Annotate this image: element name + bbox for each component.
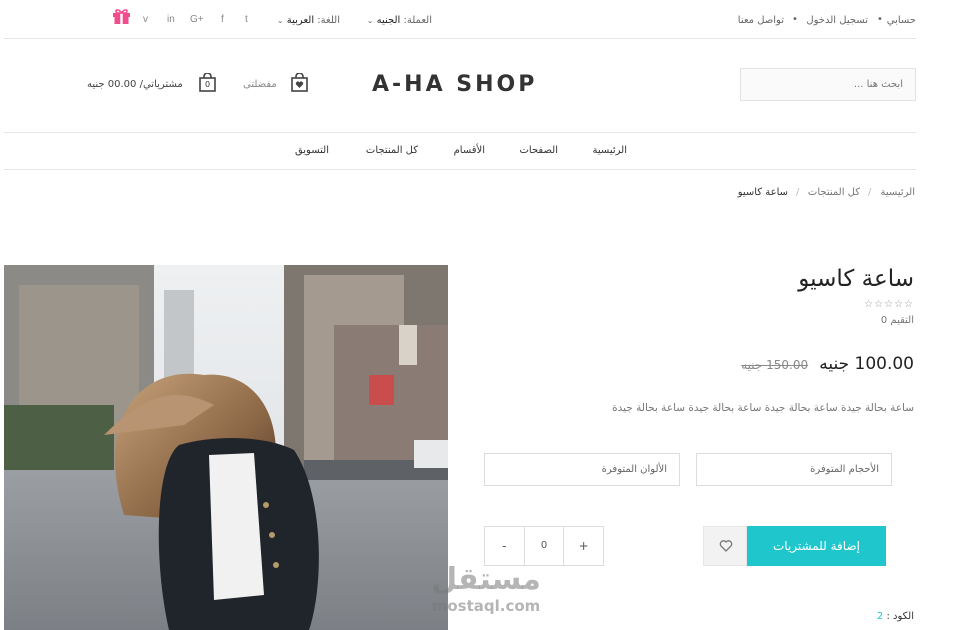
breadcrumb-separator: / — [868, 187, 872, 198]
colors-select[interactable]: الألوان المتوفرة — [484, 453, 680, 486]
nav-marketing[interactable]: التسويق — [295, 145, 329, 156]
heart-icon — [719, 540, 733, 552]
google-plus-icon[interactable]: G+ — [190, 14, 204, 25]
code-value: 2 — [876, 611, 884, 622]
old-price: 150.00 جنيه — [741, 358, 809, 372]
code-label: الكود : — [886, 611, 914, 622]
separator-dot: • — [877, 14, 883, 25]
divider — [4, 169, 916, 170]
rating-count: التقيم 0 — [880, 315, 914, 326]
search-input[interactable]: ابحث هنا ... — [740, 68, 916, 101]
qty-increase-button[interactable]: + — [563, 527, 603, 565]
watermark-latin: mostaql.com — [431, 597, 541, 615]
cart-count: 0 — [204, 80, 211, 89]
site-logo[interactable]: A-HA SHOP — [372, 72, 537, 97]
rating-stars[interactable]: ☆☆☆☆☆ — [864, 299, 914, 310]
price-block: 100.00 جنيه 150.00 جنيه — [741, 354, 914, 374]
breadcrumb-all-products[interactable]: كل المنتجات — [808, 187, 860, 198]
divider — [4, 132, 916, 133]
gift-icon[interactable] — [112, 8, 131, 25]
street-photo — [4, 265, 448, 630]
chevron-down-icon: ⌄ — [366, 16, 374, 25]
wishlist-button[interactable] — [703, 526, 747, 566]
facebook-icon[interactable]: f — [221, 14, 224, 25]
breadcrumb-home[interactable]: الرئيسية — [881, 187, 915, 198]
wishlist-bag-icon[interactable] — [291, 73, 308, 92]
currency-selector[interactable]: العملة: الجنيه ⌄ — [367, 15, 432, 26]
account-link[interactable]: حسابي — [887, 15, 916, 26]
cart-bag-icon[interactable]: 0 — [199, 73, 216, 92]
linkedin-icon[interactable]: in — [167, 14, 175, 25]
watermark: مستقل mostaql.com — [427, 562, 545, 616]
breadcrumb-separator: / — [796, 187, 800, 198]
language-value: العربية — [286, 15, 315, 26]
watermark-arabic: مستقل — [431, 562, 541, 597]
currency-label: العملة: — [403, 15, 432, 26]
divider — [4, 38, 916, 39]
quantity-stepper[interactable]: - 0 + — [484, 526, 604, 566]
qty-value-input[interactable]: 0 — [523, 527, 564, 565]
product-description: ساعة بحالة جيدة ساعة بحالة جيدة ساعة بحا… — [612, 402, 914, 414]
current-price: 100.00 جنيه — [819, 354, 914, 374]
currency-value: الجنيه — [376, 15, 401, 26]
product-code: الكود : 2 — [877, 611, 914, 622]
product-image[interactable] — [4, 265, 448, 630]
cart-total[interactable]: مشترياتي/ 00.00 جنيه — [87, 79, 183, 90]
wishlist-label[interactable]: مفضلتى — [243, 79, 277, 90]
vimeo-icon[interactable]: v — [143, 14, 148, 25]
separator-dot: • — [792, 14, 798, 25]
language-label: اللغة: — [317, 15, 340, 26]
chevron-down-icon: ⌄ — [276, 16, 284, 25]
nav-all-products[interactable]: كل المنتجات — [366, 145, 418, 156]
nav-home[interactable]: الرئيسية — [593, 145, 627, 156]
qty-decrease-button[interactable]: - — [485, 527, 524, 565]
breadcrumb-current: ساعة كاسيو — [737, 187, 788, 198]
nav-categories[interactable]: الأقسام — [454, 145, 485, 156]
add-to-cart-button[interactable]: إضافة للمشتريات — [747, 526, 886, 566]
language-selector[interactable]: اللغة: العربية ⌄ — [277, 15, 340, 26]
contact-link[interactable]: تواصل معنا — [738, 15, 784, 26]
login-link[interactable]: تسجيل الدخول — [806, 15, 868, 26]
nav-pages[interactable]: الصفحات — [520, 145, 558, 156]
sizes-select[interactable]: الأحجام المتوفرة — [696, 453, 892, 486]
twitter-icon[interactable]: t — [245, 14, 248, 25]
product-title: ساعة كاسيو — [798, 266, 914, 292]
